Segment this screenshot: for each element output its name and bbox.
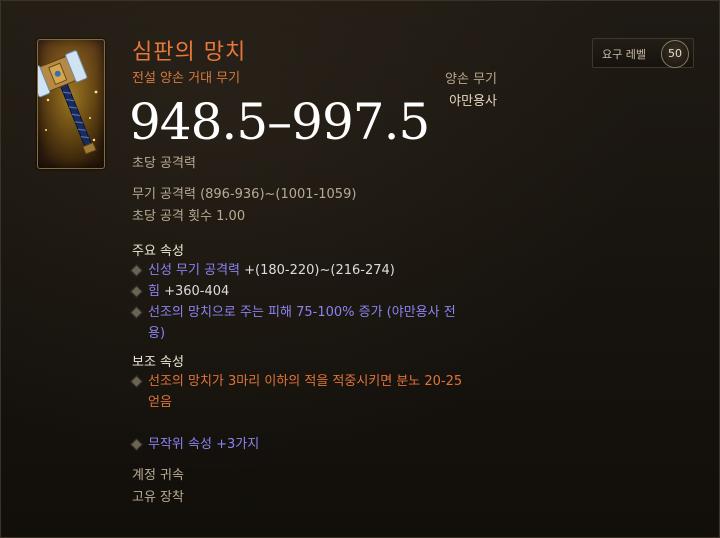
attr-text: 선조의 망치가 3마리 이하의 적을 적중시키면 분노 20-25 bbox=[148, 374, 463, 389]
unique-equip: 고유 장착 bbox=[132, 490, 184, 505]
attack-speed: 초당 공격 횟수 1.00 bbox=[132, 209, 246, 224]
secondary-header: 보조 속성 bbox=[132, 355, 184, 370]
hammer-icon bbox=[38, 40, 104, 168]
item-rarity-type: 전설 양손 거대 무기 bbox=[132, 71, 241, 86]
attr-value: +360-404 bbox=[159, 284, 230, 299]
item-tooltip: 심판의 망치 전설 양손 거대 무기 양손 무기 야만용사 요구 레벨 50 9… bbox=[0, 0, 720, 538]
item-class: 야만용사 bbox=[449, 94, 497, 109]
attr-value: +(180-220)~(216-274) bbox=[240, 263, 395, 278]
attr-text-cont: 얻음 bbox=[148, 395, 172, 410]
required-level-value: 50 bbox=[661, 40, 689, 68]
item-slot: 양손 무기 bbox=[445, 72, 497, 87]
primary-header: 주요 속성 bbox=[132, 244, 184, 259]
item-name: 심판의 망치 bbox=[132, 40, 247, 65]
primary-attr: 힘 +360-404 bbox=[130, 281, 502, 302]
dps-label: 초당 공격력 bbox=[132, 156, 196, 171]
weapon-damage: 무기 공격력 (896-936)~(1001-1059) bbox=[132, 187, 357, 202]
attr-name: 신성 무기 공격력 bbox=[148, 263, 240, 278]
primary-attr: 선조의 망치으로 주는 피해 75-100% 증가 (야만용사 전 용) bbox=[130, 302, 502, 344]
primary-attr: 신성 무기 공격력 +(180-220)~(216-274) bbox=[130, 260, 502, 281]
attr-name: 무작위 속성 bbox=[148, 437, 212, 452]
attr-text-cont: 용) bbox=[148, 326, 166, 341]
account-bound: 계정 귀속 bbox=[132, 468, 184, 483]
item-icon-frame[interactable] bbox=[37, 39, 105, 169]
secondary-attr: 선조의 망치가 3마리 이하의 적을 적중시키면 분노 20-25 얻음 bbox=[130, 371, 502, 413]
dps-value: 948.5–997.5 bbox=[129, 93, 430, 151]
attr-text: 선조의 망치으로 주는 피해 75-100% 증가 (야만용사 전 bbox=[148, 305, 456, 320]
required-level-badge: 요구 레벨 50 bbox=[592, 38, 694, 68]
required-level-label: 요구 레벨 bbox=[602, 48, 646, 61]
random-attr: 무작위 속성 +3가지 bbox=[130, 434, 502, 455]
attr-value: +3가지 bbox=[211, 437, 260, 452]
attr-name: 힘 bbox=[148, 284, 160, 299]
